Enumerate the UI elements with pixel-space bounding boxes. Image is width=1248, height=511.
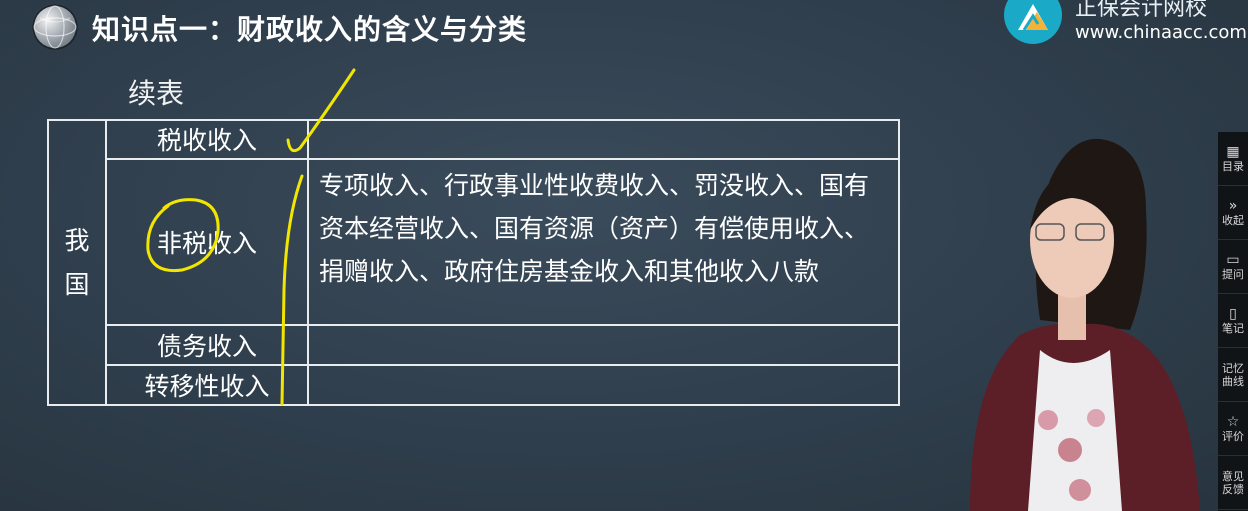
notebook-icon: ▯ bbox=[1229, 306, 1237, 322]
grid-icon: ▦ bbox=[1226, 144, 1240, 160]
country-cell: 我国 bbox=[47, 119, 107, 406]
slide-title: 知识点一：财政收入的含义与分类 bbox=[92, 13, 528, 46]
table-row: 转移性收入 bbox=[48, 364, 900, 406]
video-sidebar: ▦ 目录 » 收起 ▭ 提问 ▯ 笔记 记忆曲线 ☆ 评价 意见反馈 bbox=[1218, 132, 1248, 511]
country-label: 我国 bbox=[64, 225, 90, 299]
sidebar-item-rating[interactable]: ☆ 评价 bbox=[1218, 402, 1248, 456]
revenue-desc-cell bbox=[307, 323, 900, 367]
presenter-video bbox=[970, 138, 1200, 511]
sidebar-item-notes[interactable]: ▯ 笔记 bbox=[1218, 294, 1248, 348]
globe-logo-icon bbox=[32, 4, 78, 50]
chat-icon: ▭ bbox=[1226, 252, 1240, 268]
revenue-type-cell: 非税收入 bbox=[105, 157, 309, 326]
table-row: 非税收入 专项收入、行政事业性收费收入、罚没收入、国有资本经营收入、国有资源（资… bbox=[48, 157, 900, 326]
chevrons-right-icon: » bbox=[1228, 198, 1238, 214]
video-frame: 知识点一：财政收入的含义与分类 正保会计网校 www.chinaacc.com … bbox=[0, 0, 1248, 511]
brand-url: www.chinaacc.com bbox=[1075, 22, 1247, 43]
revenue-type-cell: 债务收入 bbox=[105, 323, 309, 367]
revenue-table: 我国 税收收入 非税收入 专项收入、行政事业性收费收入、罚没收入、国有资本经营收… bbox=[47, 119, 900, 406]
sidebar-item-question[interactable]: ▭ 提问 bbox=[1218, 240, 1248, 294]
continued-table-label: 续表 bbox=[128, 77, 185, 110]
table-row: 债务收入 bbox=[48, 323, 900, 367]
revenue-desc-cell: 专项收入、行政事业性收费收入、罚没收入、国有资本经营收入、国有资源（资产）有偿使… bbox=[307, 157, 900, 326]
sidebar-item-collapse[interactable]: » 收起 bbox=[1218, 186, 1248, 240]
table-row: 我国 税收收入 bbox=[47, 119, 900, 406]
sidebar-item-catalog[interactable]: ▦ 目录 bbox=[1218, 132, 1248, 186]
revenue-desc-cell bbox=[307, 119, 900, 160]
star-icon: ☆ bbox=[1226, 414, 1240, 430]
sidebar-item-feedback[interactable]: 意见反馈 bbox=[1218, 456, 1248, 510]
revenue-type-cell: 转移性收入 bbox=[105, 364, 309, 406]
sidebar-item-memory-curve[interactable]: 记忆曲线 bbox=[1218, 348, 1248, 402]
brand-logo-icon bbox=[1004, 0, 1062, 44]
revenue-desc-cell bbox=[307, 364, 900, 406]
brand-name: 正保会计网校 bbox=[1075, 0, 1208, 21]
revenue-type-cell: 税收收入 bbox=[105, 119, 309, 160]
